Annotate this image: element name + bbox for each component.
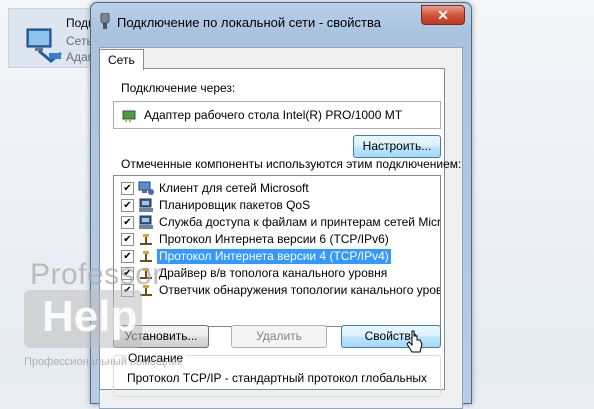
description-text: Протокол TCP/IP - стандартный протокол г…: [127, 371, 427, 385]
watermark-tagline: Профессиональный помощник: [24, 356, 182, 368]
checkbox[interactable]: ✔: [121, 199, 134, 212]
list-item-label: Клиент для сетей Microsoft: [159, 181, 309, 195]
network-connection-icon: [26, 28, 62, 63]
connect-via-label: Подключение через:: [121, 81, 236, 95]
list-item-label: Ответчик обнаружения топологии канальног…: [159, 283, 441, 297]
dialog-title: Подключение по локальной сети - свойства: [117, 15, 381, 30]
configure-button[interactable]: Настроить...: [353, 135, 441, 158]
adapter-name: Адаптер рабочего стола Intel(R) PRO/1000…: [144, 108, 403, 122]
checkbox[interactable]: ✔: [121, 182, 134, 195]
list-item-label: Драйвер в/в тополога канального уровня: [159, 266, 388, 280]
watermark-text: Professor: [30, 258, 163, 291]
list-item[interactable]: ✔ Служба доступа к файлам и принтерам се…: [114, 214, 441, 231]
network-client-icon: [138, 181, 154, 195]
checkbox[interactable]: ✔: [121, 216, 134, 229]
checkbox[interactable]: ✔: [121, 233, 134, 246]
service-icon: [139, 198, 153, 212]
properties-button[interactable]: Свойства: [341, 325, 441, 348]
list-item[interactable]: ✔ Драйвер в/в тополога канального уровня: [114, 265, 440, 282]
list-item-selected[interactable]: ✔ Протокол Интернета версии 4 (TCP/IPv4): [114, 248, 440, 265]
components-list[interactable]: ✔ Клиент для сетей Microsoft ✔ Планировщ…: [113, 175, 441, 327]
watermark-logo-text: Help: [42, 292, 138, 341]
list-item-label: Протокол Интернета версии 6 (TCP/IPv6): [159, 232, 389, 246]
close-button[interactable]: ✕: [421, 5, 465, 25]
background-item-line2: Сеть: [66, 34, 93, 48]
tab-network[interactable]: Сеть: [99, 49, 144, 70]
remove-button[interactable]: Удалить: [231, 325, 327, 348]
list-item[interactable]: ✔ Клиент для сетей Microsoft: [114, 180, 440, 197]
list-item[interactable]: ✔ Планировщик пакетов QoS: [114, 197, 440, 214]
adapter-field: Адаптер рабочего стола Intel(R) PRO/1000…: [113, 101, 441, 129]
list-item-label: Планировщик пакетов QoS: [159, 198, 311, 212]
mouse-pointer-icon: [406, 330, 423, 353]
list-item[interactable]: ✔ Ответчик обнаружения топологии канальн…: [114, 282, 441, 299]
service-icon: [139, 215, 153, 229]
protocol-icon: [140, 234, 152, 245]
watermark-logo: Help: [24, 290, 142, 348]
network-adapter-icon: [100, 13, 110, 29]
list-item[interactable]: ✔ Протокол Интернета версии 6 (TCP/IPv6): [114, 231, 440, 248]
list-item-label: Протокол Интернета версии 4 (TCP/IPv4): [157, 249, 391, 264]
adapter-card-icon: [122, 110, 136, 122]
components-label: Отмеченные компоненты используются этим …: [121, 157, 462, 171]
list-item-label: Служба доступа к файлам и принтерам сете…: [159, 215, 441, 229]
